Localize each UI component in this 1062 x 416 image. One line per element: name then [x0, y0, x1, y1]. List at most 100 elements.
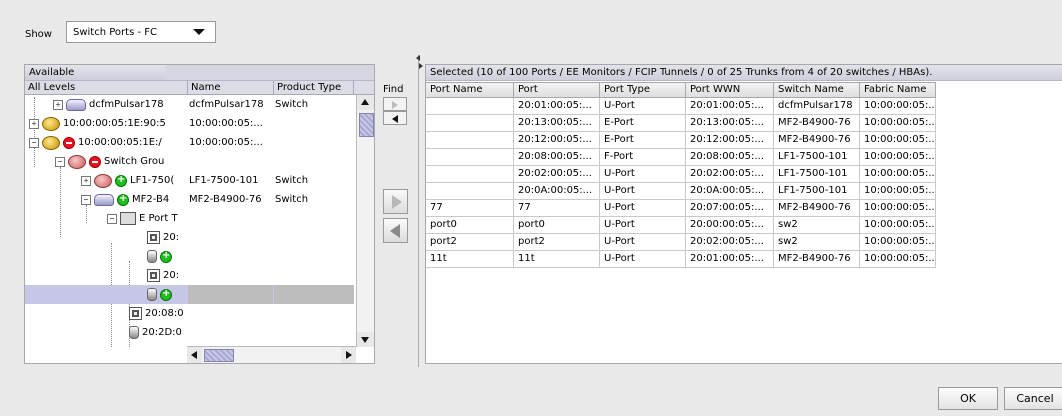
tree-row-selected[interactable] [25, 285, 354, 304]
connector-icon [147, 288, 157, 301]
scroll-thumb[interactable] [204, 349, 234, 362]
collapse-left-icon[interactable] [416, 55, 420, 61]
show-dropdown-value: Switch Ports - FC [73, 26, 157, 38]
connector-icon [129, 326, 139, 339]
collapse-icon[interactable]: − [81, 194, 91, 205]
table-row[interactable]: 20:0A:00:05:... U-Port 20:0A:00:05:... LF1-… [426, 183, 936, 200]
scroll-up-icon[interactable] [357, 95, 374, 110]
cell-port: 20:02:00:05:... [514, 166, 600, 183]
cell-port-name: port0 [426, 217, 514, 234]
table-row[interactable]: 11t 11t U-Port 20:01:00:05:... MF2-B4900-76 1… [426, 251, 936, 268]
tree-row[interactable] [25, 247, 354, 266]
tree-row-type [274, 114, 354, 133]
table-row[interactable]: port0 port0 U-Port 20:00:00:05:... sw2 10:00:… [426, 217, 936, 234]
tree-row[interactable]: + dcfmPulsar178 dcfmPulsar178 Switch [25, 95, 354, 114]
cell-port-name [426, 166, 514, 183]
cell-port-type: U-Port [600, 234, 686, 251]
table-row[interactable]: port2 port2 U-Port 20:02:00:05:... sw2 10:00:… [426, 234, 936, 251]
cell-fabric-name: 10:00:00:05:... [860, 166, 936, 183]
column-header-switch-name[interactable]: Switch Name [774, 82, 860, 98]
column-header-port-type[interactable]: Port Type [600, 82, 686, 98]
column-header-product-type[interactable]: Product Type [274, 81, 354, 94]
cell-port-type: E-Port [600, 115, 686, 132]
cell-port: port2 [514, 234, 600, 251]
tree-row[interactable]: + LF1-750( LF1-7500-101 Switch [25, 171, 354, 190]
find-label: Find [383, 84, 404, 95]
show-dropdown[interactable]: Switch Ports - FC [66, 21, 216, 43]
available-vertical-scrollbar[interactable] [356, 95, 374, 347]
column-header-port[interactable]: Port [514, 82, 600, 98]
tree-row[interactable]: 20: [25, 228, 354, 247]
collapse-right-icon[interactable] [419, 63, 423, 69]
cell-switch-name: MF2-B4900-76 [774, 115, 860, 132]
tree-row-name: 10:00:00:05:... [189, 118, 263, 129]
tree-row-name [188, 323, 273, 342]
splitter[interactable] [418, 55, 419, 367]
collapse-icon[interactable]: − [107, 213, 117, 224]
cell-port-wwn: 20:02:00:05:... [686, 166, 774, 183]
healthy-status-icon [115, 174, 127, 187]
cell-switch-name: sw2 [774, 217, 860, 234]
cell-port-wwn: 20:00:00:05:... [686, 217, 774, 234]
switch-icon [66, 98, 86, 111]
tree-row-label: MF2-B4 [132, 194, 170, 205]
tree-row-type [274, 323, 354, 342]
expand-icon[interactable]: + [29, 118, 39, 129]
column-header-fabric-name[interactable]: Fabric Name [860, 82, 936, 98]
table-row[interactable]: 77 77 U-Port 20:07:00:05:... MF2-B4900-76 10:… [426, 200, 936, 217]
tree-row[interactable]: 20: [25, 266, 354, 285]
available-tree: + dcfmPulsar178 dcfmPulsar178 Switch + 1… [25, 95, 354, 347]
table-row[interactable]: 20:08:00:05:... F-Port 20:08:00:05:... LF1-… [426, 149, 936, 166]
connector-icon [147, 250, 157, 263]
dialog: Show Switch Ports - FC Available All Lev… [0, 0, 1062, 416]
expand-icon[interactable]: + [81, 175, 91, 186]
tree-row[interactable]: 20:08:0 [25, 304, 354, 323]
ok-button[interactable]: OK [938, 387, 998, 410]
cell-port: 20:12:00:05:... [514, 132, 600, 149]
collapse-icon[interactable]: − [55, 156, 65, 167]
scroll-thumb[interactable] [359, 113, 374, 137]
available-horizontal-scrollbar[interactable] [187, 346, 356, 363]
cell-port-name [426, 183, 514, 200]
tree-row-name: MF2-B4900-76 [189, 194, 262, 205]
scroll-right-icon[interactable] [341, 347, 356, 363]
remove-from-selected-button[interactable] [383, 218, 408, 243]
table-row[interactable]: 20:01:00:05:... U-Port 20:01:00:05:... dcfm… [426, 98, 936, 115]
tree-row[interactable]: 20:2D:0 [25, 323, 354, 342]
column-header-name[interactable]: Name [188, 81, 274, 94]
tree-row-name [188, 304, 273, 323]
table-row[interactable]: 20:13:00:05:... E-Port 20:13:00:05:... MF2-… [426, 115, 936, 132]
cell-fabric-name: 10:00:00:05:... [860, 98, 936, 115]
tree-row[interactable]: − MF2-B4 MF2-B4900-76 Switch [25, 190, 354, 209]
column-header-port-wwn[interactable]: Port WWN [686, 82, 774, 98]
table-row[interactable]: 20:12:00:05:... E-Port 20:12:00:05:... MF2-… [426, 132, 936, 149]
find-previous-button[interactable] [383, 111, 407, 125]
column-header-port-name[interactable]: Port Name [426, 82, 514, 98]
column-header-all-levels[interactable]: All Levels [25, 81, 188, 94]
add-to-selected-button[interactable] [383, 189, 408, 214]
cell-port: 20:08:00:05:... [514, 149, 600, 166]
expand-icon[interactable]: + [53, 99, 63, 110]
tree-row-label: 20: [163, 232, 180, 243]
tree-row-type [274, 228, 354, 247]
tree-row-label: 10:00:00:05:1E:90:5 [63, 118, 166, 129]
tree-row[interactable]: − 10:00:00:05:1E:/ 10:00:00:05:... [25, 133, 354, 152]
scroll-left-icon[interactable] [187, 347, 202, 363]
tree-row[interactable]: + 10:00:00:05:1E:90:5 10:00:00:05:... [25, 114, 354, 133]
cell-switch-name: LF1-7500-101 [774, 149, 860, 166]
available-title-bar [165, 65, 374, 81]
switch-icon [94, 193, 114, 206]
cell-port-name [426, 115, 514, 132]
cell-switch-name: LF1-7500-101 [774, 183, 860, 200]
tree-row[interactable]: − E Port T [25, 209, 354, 228]
cell-port-wwn: 20:13:00:05:... [686, 115, 774, 132]
collapse-icon[interactable]: − [29, 137, 39, 148]
tree-row-name: dcfmPulsar178 [189, 99, 264, 110]
tree-row-name: LF1-7500-101 [189, 175, 259, 186]
tree-row[interactable]: − Switch Grou [25, 152, 354, 171]
scroll-down-icon[interactable] [357, 332, 374, 347]
table-row[interactable]: 20:02:00:05:... U-Port 20:02:00:05:... LF1-… [426, 166, 936, 183]
cell-switch-name: MF2-B4900-76 [774, 132, 860, 149]
find-next-button[interactable] [383, 97, 407, 111]
cancel-button[interactable]: Cancel [1004, 387, 1062, 410]
